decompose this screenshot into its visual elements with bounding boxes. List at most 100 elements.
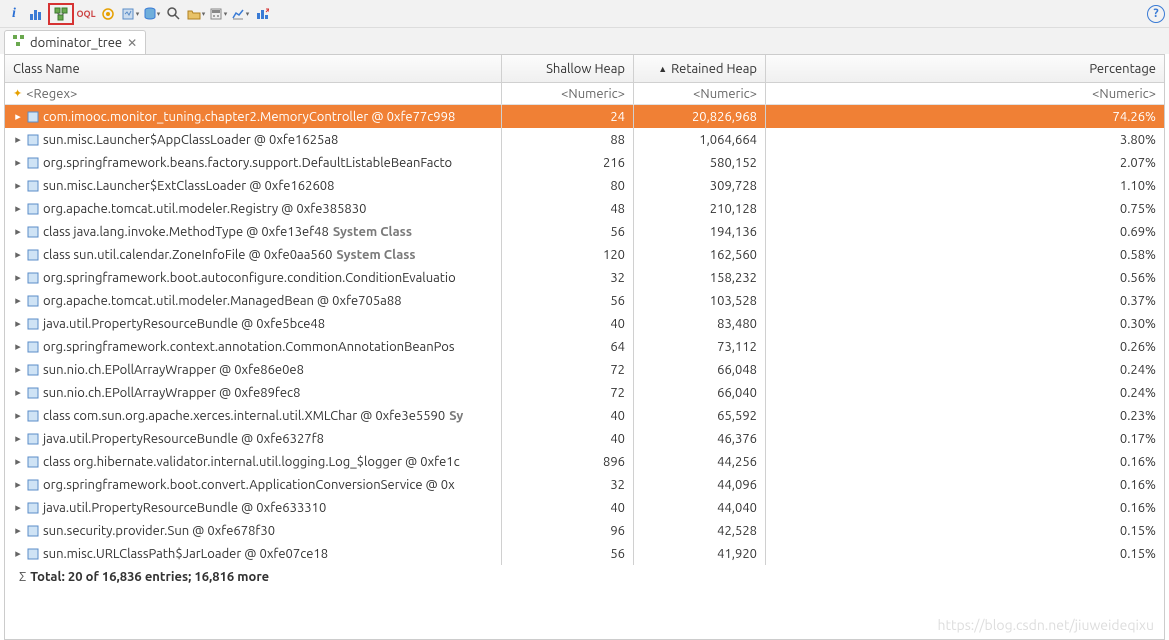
expand-icon[interactable]: ▸ (13, 363, 23, 376)
cell-class-name: ▸org.springframework.context.annotation.… (5, 335, 502, 358)
expand-icon[interactable]: ▸ (13, 156, 23, 169)
table-row[interactable]: ▸sun.misc.Launcher$AppClassLoader @ 0xfe… (5, 128, 1164, 151)
expand-icon[interactable]: ▸ (13, 294, 23, 307)
table-row[interactable]: ▸ com.imooc.monitor_tuning.chapter2.Memor… (5, 105, 1164, 128)
object-icon (27, 410, 39, 422)
cell-percentage: 0.26% (766, 340, 1164, 354)
cell-class-name: ▸org.springframework.beans.factory.suppo… (5, 151, 502, 174)
expand-icon[interactable]: ▸ (13, 340, 23, 353)
sigma-icon: Σ (19, 570, 26, 584)
table-row[interactable]: ▸org.springframework.context.annotation.… (5, 335, 1164, 358)
expand-icon[interactable]: ▸ (13, 524, 23, 537)
object-icon (27, 341, 39, 353)
summary-row[interactable]: Σ Total: 20 of 16,836 entries; 16,816 mo… (5, 565, 1164, 588)
run-report-icon[interactable]: ▾ (120, 4, 140, 24)
expand-icon[interactable]: ▸ (13, 547, 23, 560)
table-row[interactable]: ▸sun.misc.URLClassPath$JarLoader @ 0xfe0… (5, 542, 1164, 565)
table-row[interactable]: ▸class sun.util.calendar.ZoneInfoFile @ … (5, 243, 1164, 266)
tab-label: dominator_tree (30, 36, 122, 50)
table-row[interactable]: ▸org.springframework.beans.factory.suppo… (5, 151, 1164, 174)
cell-class-name: ▸sun.misc.Launcher$AppClassLoader @ 0xfe… (5, 128, 502, 151)
cell-shallow-heap: 40 (502, 496, 634, 519)
dominator-tree-icon[interactable] (51, 4, 71, 24)
expand-icon[interactable]: ▸ (13, 317, 23, 330)
close-icon[interactable]: ✕ (127, 36, 137, 50)
database-icon[interactable]: ▾ (142, 4, 162, 24)
expand-icon[interactable]: ▸ (13, 386, 23, 399)
expand-icon[interactable]: ▸ (13, 202, 23, 215)
column-header-percent[interactable]: Percentage (766, 62, 1164, 76)
object-icon (27, 456, 39, 468)
table-row[interactable]: ▸java.util.PropertyResourceBundle @ 0xfe… (5, 427, 1164, 450)
class-name-text: com.imooc.monitor_tuning.chapter2.Memory… (43, 110, 455, 124)
expand-icon[interactable]: ▸ (13, 110, 23, 123)
grid-header: Class Name Shallow Heap ▲ Retained Heap … (5, 55, 1164, 83)
cell-retained-heap: 309,728 (634, 174, 766, 197)
cell-shallow-heap: 56 (502, 542, 634, 565)
cell-class-name: ▸sun.misc.Launcher$ExtClassLoader @ 0xfe… (5, 174, 502, 197)
cell-percentage: 0.15% (766, 547, 1164, 561)
class-name-text: java.util.PropertyResourceBundle @ 0xfe6… (43, 501, 326, 515)
cell-retained-heap: 580,152 (634, 151, 766, 174)
column-header-retained[interactable]: ▲ Retained Heap (634, 55, 766, 82)
cell-retained-heap: 44,096 (634, 473, 766, 496)
expand-icon[interactable]: ▸ (13, 271, 23, 284)
expand-icon[interactable]: ▸ (13, 455, 23, 468)
column-header-name[interactable]: Class Name (5, 55, 502, 82)
table-row[interactable]: ▸class java.lang.invoke.MethodType @ 0xf… (5, 220, 1164, 243)
table-row[interactable]: ▸sun.nio.ch.EPollArrayWrapper @ 0xfe89fe… (5, 381, 1164, 404)
rows-container: ▸ com.imooc.monitor_tuning.chapter2.Memor… (5, 105, 1164, 565)
oql-icon[interactable]: OQL (76, 4, 96, 24)
expand-icon[interactable]: ▸ (13, 432, 23, 445)
expand-icon[interactable]: ▸ (13, 501, 23, 514)
object-icon (27, 433, 39, 445)
histogram-icon[interactable] (26, 4, 46, 24)
table-row[interactable]: ▸ java.util.PropertyResourceBundle @ 0xfe… (5, 496, 1164, 519)
table-row[interactable]: ▸sun.nio.ch.EPollArrayWrapper @ 0xfe86e0… (5, 358, 1164, 381)
table-row[interactable]: ▸org.apache.tomcat.util.modeler.ManagedB… (5, 289, 1164, 312)
filter-name-cell[interactable]: ✦ <Regex> (5, 83, 502, 104)
table-row[interactable]: ▸class com.sun.org.apache.xerces.interna… (5, 404, 1164, 427)
export-icon[interactable] (252, 4, 272, 24)
expand-icon[interactable]: ▸ (13, 248, 23, 261)
object-icon (27, 249, 39, 261)
table-row[interactable]: ▸sun.misc.Launcher$ExtClassLoader @ 0xfe… (5, 174, 1164, 197)
cell-retained-heap: 41,920 (634, 542, 766, 565)
expand-icon[interactable]: ▸ (13, 225, 23, 238)
help-icon[interactable]: ? (1147, 5, 1165, 23)
chart-icon[interactable]: ▾ (230, 4, 250, 24)
info-icon[interactable]: i (4, 4, 24, 24)
table-row[interactable]: ▸java.util.PropertyResourceBundle @ 0xfe… (5, 312, 1164, 335)
expand-icon[interactable]: ▸ (13, 179, 23, 192)
calculator-icon[interactable]: ▾ (208, 4, 228, 24)
cell-retained-heap: 103,528 (634, 289, 766, 312)
table-row[interactable]: ▸org.springframework.boot.convert.Applic… (5, 473, 1164, 496)
expand-icon[interactable]: ▸ (13, 478, 23, 491)
cell-shallow-heap: 56 (502, 220, 634, 243)
threads-icon[interactable] (98, 4, 118, 24)
search-icon[interactable] (164, 4, 184, 24)
object-icon (27, 157, 39, 169)
system-class-badge: System Class (333, 225, 412, 239)
filter-icon: ✦ (13, 87, 22, 100)
filter-shallow-cell[interactable]: <Numeric> (502, 83, 634, 104)
object-icon (27, 479, 39, 491)
table-row[interactable]: ▸org.springframework.boot.autoconfigure.… (5, 266, 1164, 289)
open-query-icon[interactable]: ▾ (186, 4, 206, 24)
summary-text: Total: 20 of 16,836 entries; 16,816 more (30, 570, 269, 584)
table-row[interactable]: ▸org.apache.tomcat.util.modeler.Registry… (5, 197, 1164, 220)
table-row[interactable]: ▸sun.security.provider.Sun @ 0xfe678f30 … (5, 519, 1164, 542)
cell-shallow-heap: 80 (502, 174, 634, 197)
object-icon (27, 364, 39, 376)
table-row[interactable]: ▸class org.hibernate.validator.internal.… (5, 450, 1164, 473)
cell-percentage: 0.24% (766, 386, 1164, 400)
expand-icon[interactable]: ▸ (13, 133, 23, 146)
column-header-shallow[interactable]: Shallow Heap (502, 55, 634, 82)
filter-retained-cell[interactable]: <Numeric> (634, 83, 766, 104)
expand-icon[interactable]: ▸ (13, 409, 23, 422)
tab-strip: dominator_tree ✕ (0, 28, 1169, 54)
filter-percent-cell[interactable]: <Numeric> (766, 87, 1164, 101)
cell-shallow-heap: 40 (502, 427, 634, 450)
tab-dominator-tree[interactable]: dominator_tree ✕ (4, 30, 146, 54)
cell-class-name: ▸class sun.util.calendar.ZoneInfoFile @ … (5, 243, 502, 266)
